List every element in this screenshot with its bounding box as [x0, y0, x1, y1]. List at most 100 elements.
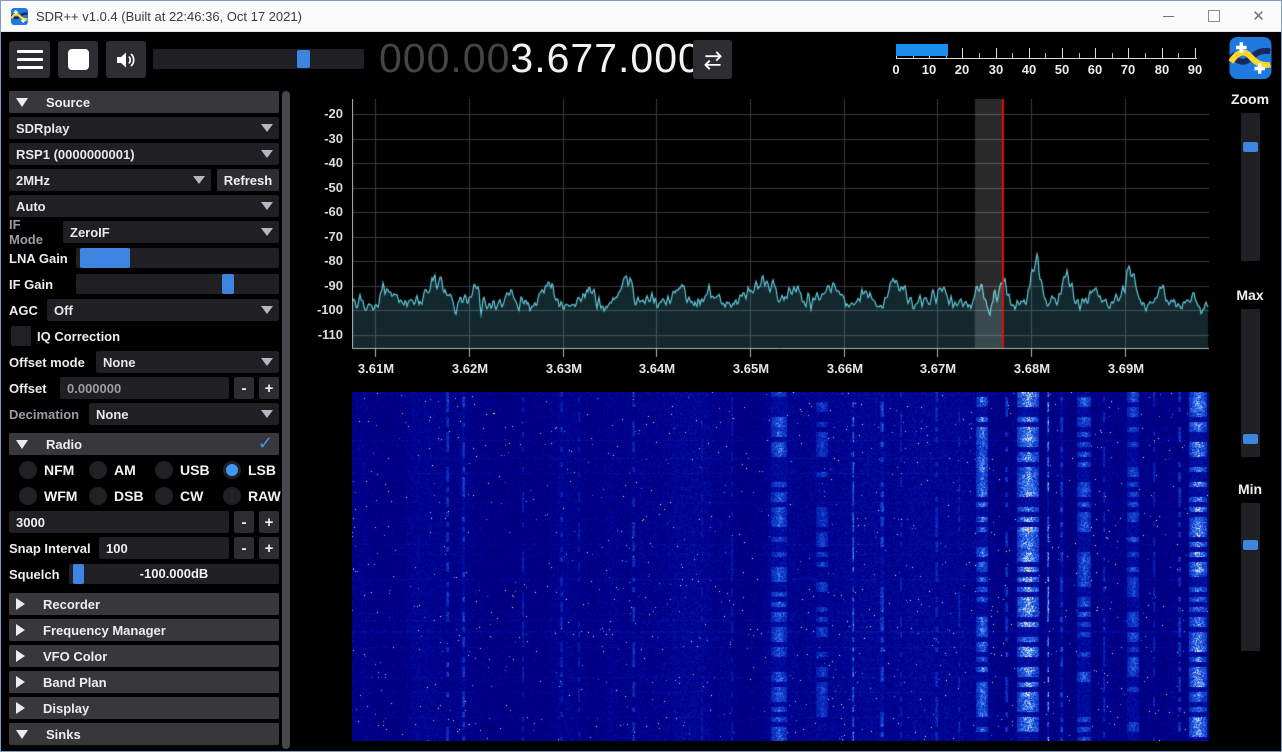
if-gain-slider[interactable] — [76, 274, 279, 294]
antenna-select[interactable]: Auto — [9, 195, 279, 217]
display-section-header[interactable]: Display — [9, 697, 279, 719]
frequency-value: 3.677.000 — [510, 35, 701, 81]
fft-x-tick-label: 3.62M — [440, 361, 500, 376]
mode-usb[interactable]: USB — [145, 459, 213, 481]
frequency-display[interactable]: 000.003.677.000 — [379, 35, 702, 82]
radio-section-label: Radio — [46, 437, 82, 452]
mute-button[interactable] — [106, 41, 146, 78]
device-select[interactable]: RSP1 (0000000001) — [9, 143, 279, 165]
fft-y-tick-label: -100 — [299, 302, 343, 317]
chevron-right-icon — [16, 650, 25, 662]
maximize-icon[interactable] — [1191, 1, 1236, 31]
radio-dot — [89, 487, 107, 505]
minimize-icon[interactable] — [1146, 1, 1191, 31]
radio-section-header[interactable]: Radio ✓ — [9, 433, 279, 455]
squelch-label: Squelch — [9, 567, 63, 582]
radio-dot — [155, 487, 173, 505]
radio-dot — [19, 461, 37, 479]
samplerate-select[interactable]: 2MHz — [9, 169, 211, 191]
mode-row-1: NFM AM USB LSB — [9, 459, 279, 481]
iq-correction-checkbox[interactable] — [11, 326, 31, 346]
tune-swap-button[interactable] — [693, 40, 732, 79]
fft-x-tick-label: 3.65M — [721, 361, 781, 376]
close-icon[interactable]: ✕ — [1236, 1, 1281, 31]
hamburger-icon — [17, 50, 43, 69]
menu-button[interactable] — [9, 41, 50, 78]
app-logo-icon — [11, 8, 28, 25]
squelch-slider[interactable]: -100.000dB — [69, 564, 279, 584]
radio-dot-selected — [223, 461, 241, 479]
meter-tick-label: 10 — [922, 62, 936, 77]
mode-wfm[interactable]: WFM — [9, 485, 79, 507]
snr-meter: 0102030405060708090 — [894, 41, 1200, 81]
fft-x-tick-label: 3.63M — [534, 361, 594, 376]
snap-interval-input[interactable]: 100 — [99, 537, 229, 559]
chevron-right-icon — [16, 624, 25, 636]
decimation-label: Decimation — [9, 407, 83, 422]
sinks-section-header[interactable]: Sinks — [9, 723, 279, 745]
volume-slider[interactable] — [153, 49, 364, 69]
snap-increment-button[interactable]: + — [259, 537, 279, 559]
check-icon[interactable]: ✓ — [258, 433, 273, 454]
chevron-down-icon — [261, 410, 273, 418]
min-slider[interactable] — [1241, 503, 1260, 651]
agc-select[interactable]: Off — [47, 299, 279, 321]
frequency-leading-zeros: 000.00 — [379, 35, 510, 81]
snap-interval-label: Snap Interval — [9, 541, 93, 556]
chevron-down-icon — [16, 730, 28, 739]
vfo-color-section-header[interactable]: VFO Color — [9, 645, 279, 667]
offset-mode-select[interactable]: None — [96, 351, 279, 373]
waterfall[interactable] — [352, 392, 1209, 741]
chevron-down-icon — [261, 150, 273, 158]
zoom-slider[interactable] — [1241, 113, 1260, 261]
stop-button[interactable] — [58, 41, 98, 78]
max-slider[interactable] — [1241, 309, 1260, 457]
titlebar[interactable]: SDR++ v1.0.4 (Built at 22:46:36, Oct 17 … — [1, 1, 1281, 32]
fft-spectrum[interactable] — [352, 99, 1209, 359]
iq-correction-label: IQ Correction — [37, 329, 120, 344]
fft-x-tick-label: 3.69M — [1096, 361, 1156, 376]
chevron-down-icon — [16, 98, 28, 107]
source-section-header[interactable]: Source — [9, 91, 279, 113]
fft-y-tick-label: -30 — [299, 131, 343, 146]
mode-cw[interactable]: CW — [145, 485, 213, 507]
bandwidth-increment-button[interactable]: + — [259, 511, 279, 533]
source-section-label: Source — [46, 95, 90, 110]
mode-dsb[interactable]: DSB — [79, 485, 145, 507]
snap-decrement-button[interactable]: - — [234, 537, 254, 559]
offset-label: Offset — [9, 381, 54, 396]
chevron-right-icon — [16, 598, 25, 610]
recorder-section-header[interactable]: Recorder — [9, 593, 279, 615]
source-driver-select[interactable]: SDRplay — [9, 117, 279, 139]
offset-mode-value: None — [103, 355, 136, 370]
offset-decrement-button[interactable]: - — [234, 377, 254, 399]
bandwidth-decrement-button[interactable]: - — [234, 511, 254, 533]
if-gain-label: IF Gain — [9, 277, 70, 292]
meter-value-bar — [896, 44, 948, 56]
mode-nfm[interactable]: NFM — [9, 459, 79, 481]
speaker-icon — [114, 48, 138, 72]
offset-input[interactable]: 0.000000 — [60, 377, 229, 399]
if-mode-select[interactable]: ZeroIF — [63, 221, 279, 243]
meter-tick-label: 80 — [1155, 62, 1169, 77]
fft-y-tick-label: -80 — [299, 253, 343, 268]
radio-dot — [223, 487, 241, 505]
squelch-value: -100.000dB — [69, 564, 279, 584]
snap-interval-value: 100 — [106, 541, 128, 556]
sidebar-scrollbar[interactable] — [282, 91, 290, 749]
offset-increment-button[interactable]: + — [259, 377, 279, 399]
fft-y-tick-label: -90 — [299, 278, 343, 293]
bandwidth-input[interactable]: 3000 — [9, 511, 229, 533]
frequency-manager-section-header[interactable]: Frequency Manager — [9, 619, 279, 641]
chevron-down-icon — [261, 228, 273, 236]
chevron-down-icon — [261, 358, 273, 366]
mode-lsb[interactable]: LSB — [213, 459, 279, 481]
fft-y-tick-label: -60 — [299, 204, 343, 219]
mode-am[interactable]: AM — [79, 459, 145, 481]
lna-gain-slider[interactable] — [76, 248, 279, 268]
refresh-button[interactable]: Refresh — [217, 169, 279, 191]
band-plan-section-header[interactable]: Band Plan — [9, 671, 279, 693]
fft-y-tick-label: -50 — [299, 180, 343, 195]
mode-raw[interactable]: RAW — [213, 485, 279, 507]
decimation-select[interactable]: None — [89, 403, 279, 425]
